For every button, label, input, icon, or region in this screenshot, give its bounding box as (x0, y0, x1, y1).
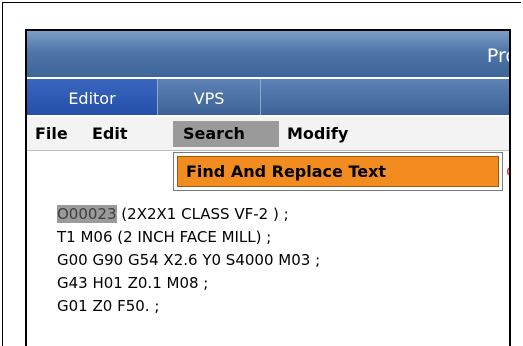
code-line: O00023 (2X2X1 CLASS VF-2 ) ; (57, 203, 507, 226)
tab-vps[interactable]: VPS (158, 79, 261, 115)
code-line: T1 M06 (2 INCH FACE MILL) ; (57, 228, 272, 246)
search-dropdown-menu: Find And Replace Text (173, 152, 503, 191)
truncated-red-mark: o (506, 163, 509, 179)
tab-bar: Editor VPS (27, 79, 509, 115)
program-number[interactable]: O00023 (57, 205, 117, 223)
window-title: Pro (486, 45, 509, 67)
code-line: G01 Z0 F50. ; (57, 297, 160, 315)
menu-modify[interactable]: Modify (287, 121, 348, 147)
tab-editor[interactable]: Editor (27, 79, 158, 115)
menu-file[interactable]: File (35, 121, 68, 147)
menu-edit[interactable]: Edit (92, 121, 128, 147)
editor-window: Pro Editor VPS File Edit Search Modify F… (25, 29, 511, 346)
find-and-replace-menu-item[interactable]: Find And Replace Text (177, 156, 499, 187)
screenshot-frame: Pro Editor VPS File Edit Search Modify F… (2, 2, 521, 346)
program-code-area[interactable]: O00023 (2X2X1 CLASS VF-2 ) ; T1 M06 (2 I… (57, 203, 507, 318)
code-line: G43 H01 Z0.1 M08 ; (57, 274, 209, 292)
code-line: G00 G90 G54 X2.6 Y0 S4000 M03 ; (57, 251, 321, 269)
window-titlebar: Pro (27, 31, 509, 77)
menu-bar: File Edit Search Modify (27, 117, 509, 151)
menu-search[interactable]: Search (173, 121, 279, 147)
program-comment: (2X2X1 CLASS VF-2 ) ; (116, 205, 289, 223)
